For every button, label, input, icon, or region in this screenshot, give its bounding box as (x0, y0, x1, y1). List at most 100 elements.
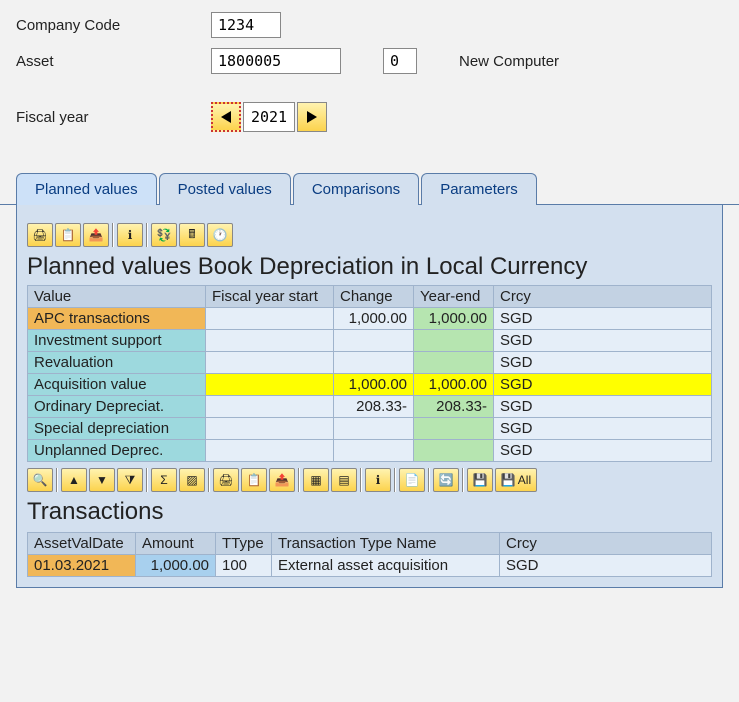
cell-ttype: 100 (216, 555, 272, 577)
save-layout-button[interactable]: 💾 (467, 468, 493, 492)
cell-value: APC transactions (28, 308, 206, 330)
planned-values-table: Value Fiscal year start Change Year-end … (27, 285, 712, 462)
tab-comparisons[interactable]: Comparisons (293, 173, 419, 205)
col-yearend[interactable]: Year-end (414, 286, 494, 308)
col-assetvaldate[interactable]: AssetValDate (28, 533, 136, 555)
sort-asc-button[interactable]: ▲ (61, 468, 87, 492)
clipboard-icon: 📋 (61, 228, 76, 242)
sigma-icon: Σ (160, 473, 167, 487)
subtotal-icon: ▨ (186, 473, 197, 487)
calculator-button[interactable]: 🖩 (179, 223, 205, 247)
detail-button[interactable]: 🔍 (27, 468, 53, 492)
info-button-2[interactable]: ℹ (365, 468, 391, 492)
cell-crcy: SGD (494, 374, 712, 396)
cell-fystart (206, 374, 334, 396)
company-code-input[interactable] (211, 12, 281, 38)
table-row[interactable]: RevaluationSGD (28, 352, 712, 374)
clock-button[interactable]: 🕐 (207, 223, 233, 247)
sort-desc-button[interactable]: ▼ (89, 468, 115, 492)
cell-change: 1,000.00 (334, 374, 414, 396)
save-all-icon: 💾 (501, 473, 516, 487)
asset-input[interactable] (211, 48, 341, 74)
cell-value: Ordinary Depreciat. (28, 396, 206, 418)
table-row[interactable]: Special depreciationSGD (28, 418, 712, 440)
cell-yearend: 208.33- (414, 396, 494, 418)
export-button[interactable]: 📤 (83, 223, 109, 247)
cell-change (334, 330, 414, 352)
save-icon: 💾 (473, 473, 488, 487)
col-amount[interactable]: Amount (136, 533, 216, 555)
col-tname[interactable]: Transaction Type Name (272, 533, 500, 555)
cell-value: Investment support (28, 330, 206, 352)
cell-yearend: 1,000.00 (414, 374, 494, 396)
toolbar-separator (394, 468, 396, 492)
toolbar-separator (208, 468, 210, 492)
sort-asc-icon: ▲ (68, 473, 80, 487)
company-code-label: Company Code (16, 17, 211, 34)
asset-label: Asset (16, 53, 211, 70)
print-button-2[interactable]: 🖨 (213, 468, 239, 492)
print-icon: 🖨 (32, 228, 47, 242)
calculator-icon: 🖩 (188, 225, 195, 246)
layout-icon: ▦ (310, 473, 321, 487)
tab-parameters[interactable]: Parameters (421, 173, 537, 205)
grid-button[interactable]: ▤ (331, 468, 357, 492)
col-ttype[interactable]: TType (216, 533, 272, 555)
cell-tname: External asset acquisition (272, 555, 500, 577)
export-button-2[interactable]: 📤 (269, 468, 295, 492)
document-button[interactable]: 📄 (399, 468, 425, 492)
info-icon: ℹ (128, 228, 133, 242)
layout-button[interactable]: ▦ (303, 468, 329, 492)
cell-fystart (206, 418, 334, 440)
cell-crcy: SGD (500, 555, 712, 577)
cell-yearend (414, 330, 494, 352)
asset-sub-input[interactable] (383, 48, 417, 74)
table-row[interactable]: Acquisition value1,000.001,000.00SGD (28, 374, 712, 396)
table-row[interactable]: Investment supportSGD (28, 330, 712, 352)
transactions-toolbar: 🔍 ▲ ▼ ⧩ Σ ▨ 🖨 📋 📤 ▦ ▤ ℹ 📄 🔄 💾 💾All (27, 468, 712, 492)
print-button[interactable]: 🖨 (27, 223, 53, 247)
table-header-row: Value Fiscal year start Change Year-end … (28, 286, 712, 308)
col-change[interactable]: Change (334, 286, 414, 308)
table-row[interactable]: Unplanned Deprec.SGD (28, 440, 712, 462)
tab-planned-values[interactable]: Planned values (16, 173, 157, 205)
table-row[interactable]: APC transactions1,000.001,000.00SGD (28, 308, 712, 330)
export-icon: 📤 (275, 473, 290, 487)
grid-icon: ▤ (338, 473, 349, 487)
cell-change: 208.33- (334, 396, 414, 418)
detail-icon: 🔍 (33, 473, 48, 487)
cell-yearend: 1,000.00 (414, 308, 494, 330)
filter-button[interactable]: ⧩ (117, 468, 143, 492)
col-crcy[interactable]: Crcy (494, 286, 712, 308)
tab-posted-values[interactable]: Posted values (159, 173, 291, 205)
info-button[interactable]: ℹ (117, 223, 143, 247)
export-clipboard-button-2[interactable]: 📋 (241, 468, 267, 492)
subtotal-button[interactable]: ▨ (179, 468, 205, 492)
toolbar-separator (298, 468, 300, 492)
sort-desc-icon: ▼ (96, 473, 108, 487)
currency-button[interactable]: 💱 (151, 223, 177, 247)
refresh-button[interactable]: 🔄 (433, 468, 459, 492)
export-icon: 📤 (89, 228, 104, 242)
col-fystart[interactable]: Fiscal year start (206, 286, 334, 308)
fiscal-year-prev-button[interactable] (211, 102, 241, 132)
transactions-table: AssetValDate Amount TType Transaction Ty… (27, 532, 712, 577)
export-clipboard-button[interactable]: 📋 (55, 223, 81, 247)
table-row[interactable]: Ordinary Depreciat.208.33-208.33-SGD (28, 396, 712, 418)
cell-crcy: SGD (494, 308, 712, 330)
toolbar-separator (146, 468, 148, 492)
toolbar-separator (112, 223, 114, 247)
cell-amount: 1,000.00 (136, 555, 216, 577)
cell-change (334, 418, 414, 440)
filter-icon: ⧩ (125, 473, 136, 488)
fiscal-year-next-button[interactable] (297, 102, 327, 132)
select-all-button[interactable]: 💾All (495, 468, 537, 492)
col-value[interactable]: Value (28, 286, 206, 308)
col-crcy[interactable]: Crcy (500, 533, 712, 555)
cell-value: Revaluation (28, 352, 206, 374)
sum-button[interactable]: Σ (151, 468, 177, 492)
toolbar-separator (146, 223, 148, 247)
triangle-left-icon (221, 111, 231, 123)
table-row[interactable]: 01.03.20211,000.00100External asset acqu… (28, 555, 712, 577)
fiscal-year-input[interactable] (243, 102, 295, 132)
